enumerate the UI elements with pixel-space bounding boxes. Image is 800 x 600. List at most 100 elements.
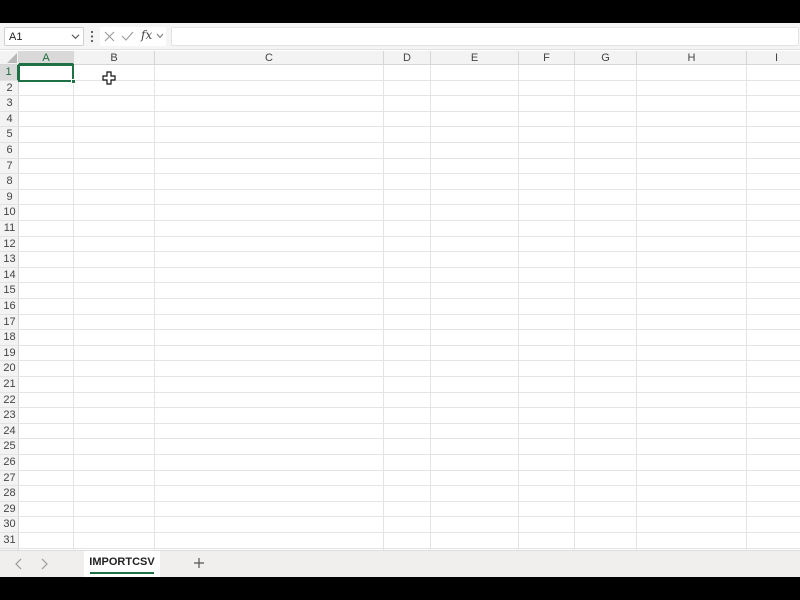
row-gridline xyxy=(19,422,800,424)
chevron-right-icon[interactable] xyxy=(39,558,49,570)
row-gridline xyxy=(19,235,800,237)
row-gridline xyxy=(19,360,800,362)
row-header-26[interactable]: 26 xyxy=(0,455,19,471)
column-gridline xyxy=(746,65,747,550)
active-tab-indicator xyxy=(90,572,154,574)
row-gridline xyxy=(19,500,800,502)
row-gridline xyxy=(19,532,800,533)
column-header-g[interactable]: G xyxy=(575,51,637,65)
row-headers: 1 2 3 4 5 6 7 8 9 10 11 12 13 14 15 16 17 18 19 20 21 22 23 24 2… xyxy=(0,65,19,550)
chevron-down-icon[interactable] xyxy=(156,32,164,40)
column-header-f[interactable]: F xyxy=(519,51,575,65)
row-header-9[interactable]: 9 xyxy=(0,190,19,206)
column-header-d[interactable]: D xyxy=(384,51,431,65)
formula-input[interactable] xyxy=(171,27,799,46)
row-gridline xyxy=(19,95,800,97)
column-header-a[interactable]: A xyxy=(19,51,74,65)
row-gridline xyxy=(19,407,800,409)
column-header-i[interactable]: I xyxy=(747,51,800,65)
row-gridline xyxy=(19,251,800,253)
column-gridline xyxy=(636,65,637,550)
row-gridline xyxy=(19,298,800,299)
close-icon[interactable] xyxy=(104,31,115,42)
more-vertical-icon[interactable] xyxy=(87,29,97,44)
row-header-20[interactable]: 20 xyxy=(0,361,19,377)
cell-area[interactable] xyxy=(18,64,800,550)
row-gridline xyxy=(19,344,800,346)
column-gridline xyxy=(73,65,74,550)
row-header-16[interactable]: 16 xyxy=(0,299,19,315)
row-header-7[interactable]: 7 xyxy=(0,159,19,175)
row-gridline xyxy=(19,547,800,549)
row-gridline xyxy=(19,282,800,284)
row-gridline xyxy=(19,188,800,190)
row-header-5[interactable]: 5 xyxy=(0,127,19,143)
row-header-6[interactable]: 6 xyxy=(0,143,19,159)
row-header-24[interactable]: 24 xyxy=(0,424,19,440)
sheet-tab-label: IMPORTCSV xyxy=(89,556,155,568)
checkmark-icon[interactable] xyxy=(121,30,134,42)
select-all-button[interactable] xyxy=(0,51,19,65)
column-header-h[interactable]: H xyxy=(637,51,747,65)
chevron-down-icon[interactable] xyxy=(71,32,80,41)
row-gridline xyxy=(19,391,800,393)
formula-tools: fx xyxy=(100,27,166,46)
row-gridline xyxy=(19,469,800,471)
active-cell[interactable] xyxy=(18,64,74,82)
row-gridline xyxy=(19,313,800,315)
row-gridline xyxy=(19,142,800,143)
worksheet-grid: ABCDEFGHI 1 2 3 4 5 6 7 8 9 10 11 12 13 14 15 16 17 18 19 2… xyxy=(0,51,800,550)
row-header-25[interactable]: 25 xyxy=(0,439,19,455)
row-header-10[interactable]: 10 xyxy=(0,205,19,221)
row-header-30[interactable]: 30 xyxy=(0,517,19,533)
sheet-tab-importcsv[interactable]: IMPORTCSV xyxy=(84,551,160,577)
row-header-17[interactable]: 17 xyxy=(0,315,19,331)
row-header-28[interactable]: 28 xyxy=(0,486,19,502)
spreadsheet-window: A1 fx ABCDEFGHI 1 2 3 4 5 6 7 8 9 10 11 12 13 14 15 16 1… xyxy=(0,23,800,577)
row-header-11[interactable]: 11 xyxy=(0,221,19,237)
row-gridline xyxy=(19,438,800,440)
row-header-12[interactable]: 12 xyxy=(0,237,19,253)
column-header-c[interactable]: C xyxy=(155,51,384,65)
row-header-19[interactable]: 19 xyxy=(0,346,19,362)
row-header-27[interactable]: 27 xyxy=(0,471,19,487)
row-gridline xyxy=(19,173,800,175)
row-header-8[interactable]: 8 xyxy=(0,174,19,190)
row-gridline xyxy=(19,110,800,112)
row-header-15[interactable]: 15 xyxy=(0,283,19,299)
row-header-21[interactable]: 21 xyxy=(0,377,19,393)
row-header-4[interactable]: 4 xyxy=(0,112,19,128)
row-gridline xyxy=(19,485,800,487)
name-box-value: A1 xyxy=(9,31,23,43)
column-headers: ABCDEFGHI xyxy=(19,51,800,65)
cell-select-cursor-icon xyxy=(102,71,116,85)
row-header-14[interactable]: 14 xyxy=(0,268,19,284)
plus-icon[interactable] xyxy=(192,556,206,570)
select-all-triangle-icon xyxy=(7,53,17,63)
row-gridline xyxy=(19,329,800,331)
fill-handle[interactable] xyxy=(71,79,76,84)
row-header-31[interactable]: 31 xyxy=(0,533,19,549)
row-header-22[interactable]: 22 xyxy=(0,393,19,409)
row-header-1[interactable]: 1 xyxy=(0,65,19,81)
column-gridline xyxy=(430,65,431,550)
row-gridline xyxy=(19,516,800,518)
name-box[interactable]: A1 xyxy=(4,27,84,46)
row-header-23[interactable]: 23 xyxy=(0,408,19,424)
column-gridline xyxy=(574,65,575,550)
row-gridline xyxy=(19,376,800,377)
row-header-18[interactable]: 18 xyxy=(0,330,19,346)
row-gridline xyxy=(19,220,800,221)
row-header-13[interactable]: 13 xyxy=(0,252,19,268)
chevron-left-icon[interactable] xyxy=(14,558,24,570)
row-gridline xyxy=(19,157,800,159)
column-header-b[interactable]: B xyxy=(74,51,155,65)
row-gridline xyxy=(19,454,800,455)
row-gridline xyxy=(19,79,800,81)
row-header-2[interactable]: 2 xyxy=(0,81,19,97)
row-header-29[interactable]: 29 xyxy=(0,502,19,518)
column-header-e[interactable]: E xyxy=(431,51,519,65)
insert-function-button[interactable]: fx xyxy=(141,28,152,42)
row-gridline xyxy=(19,126,800,128)
row-header-3[interactable]: 3 xyxy=(0,96,19,112)
